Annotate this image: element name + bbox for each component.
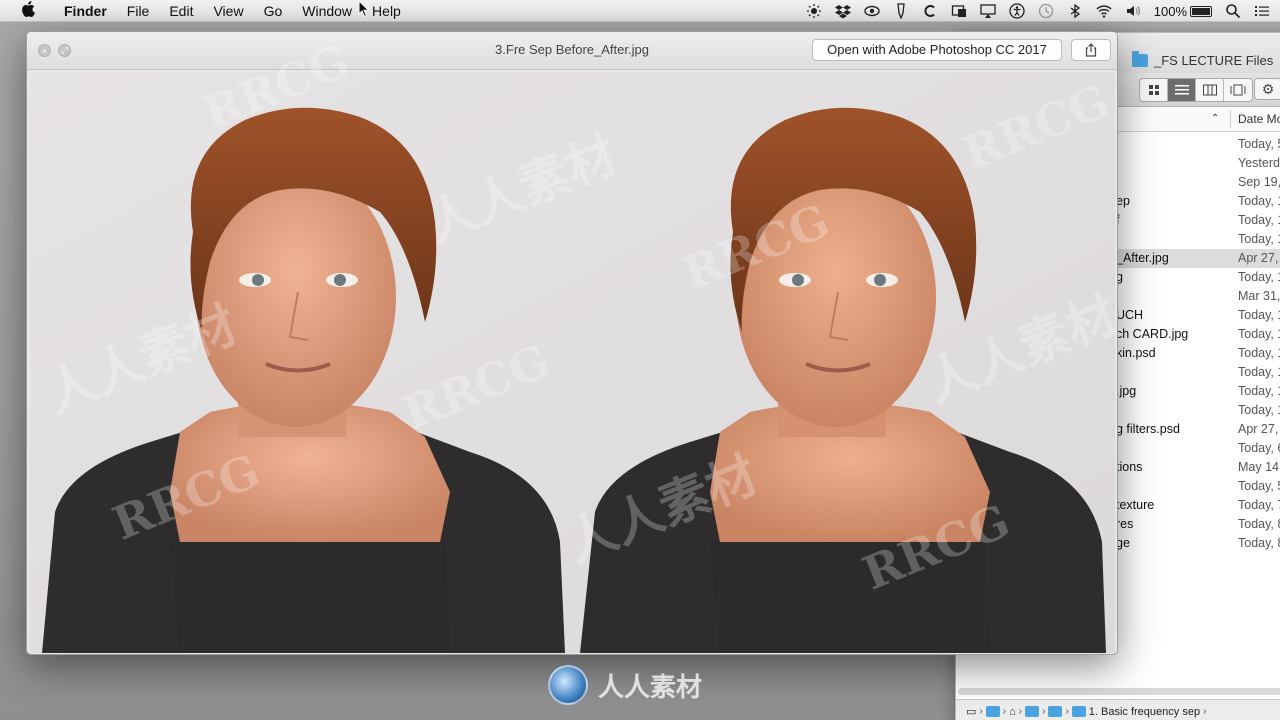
share-icon	[1085, 43, 1097, 57]
c-icon[interactable]	[922, 3, 938, 19]
battery-percent: 100%	[1153, 3, 1187, 19]
file-date-modified: Apr 27,	[1238, 251, 1279, 265]
logo-orb-icon	[548, 665, 588, 705]
path-separator: ›	[979, 706, 983, 717]
file-name: res	[1116, 517, 1134, 531]
file-date-modified: Mar 31,	[1238, 289, 1280, 303]
file-date-modified: Sep 19,	[1238, 175, 1280, 189]
file-date-modified: Today, 1	[1238, 346, 1280, 360]
file-name: texture	[1116, 498, 1155, 512]
path-separator: ›	[1002, 706, 1007, 717]
home-icon[interactable]: ⌂	[1009, 706, 1016, 718]
icon-view-button[interactable]	[1140, 79, 1168, 101]
dropbox-icon[interactable]	[834, 3, 851, 19]
eye-icon[interactable]	[864, 3, 880, 19]
search-icon[interactable]	[1225, 3, 1241, 19]
finder-title-text: _FS LECTURE Files	[1154, 53, 1274, 68]
view-mode-buttons	[1139, 78, 1253, 102]
file-date-modified: Today, 1	[1238, 194, 1280, 208]
file-date-modified: May 14,	[1238, 460, 1280, 474]
path-separator: ›	[1042, 706, 1046, 717]
pen-icon[interactable]	[893, 3, 909, 19]
watermark-logo-text: 人人素材	[598, 671, 703, 702]
before-after-photo	[30, 72, 1115, 653]
folder-icon[interactable]	[1071, 706, 1086, 717]
folder-icon[interactable]	[1048, 706, 1063, 717]
file-date-modified: Today, 1	[1238, 365, 1280, 379]
window-icon[interactable]	[951, 3, 967, 19]
battery-icon	[1190, 5, 1212, 17]
column-header-date[interactable]: Date Mo	[1238, 112, 1280, 126]
drive-icon[interactable]: ▭	[966, 705, 976, 718]
file-date-modified: Today, 8	[1238, 517, 1280, 531]
finder-path-bar: ▭ › › ⌂ › › › 1. Basic frequency sep ›	[956, 699, 1280, 720]
file-date-modified: Today, 1	[1238, 403, 1280, 417]
menu-window[interactable]: Window	[292, 3, 362, 19]
folder-icon	[1132, 51, 1148, 67]
file-name: _After.jpg	[1116, 251, 1169, 265]
list-icon[interactable]	[1254, 3, 1270, 19]
menu-file[interactable]: File	[117, 3, 160, 19]
file-name: UCH	[1116, 308, 1144, 322]
folder-icon[interactable]	[985, 706, 1000, 717]
file-date-modified: Today, 1	[1238, 308, 1280, 322]
brightness-icon[interactable]	[806, 3, 822, 19]
file-date-modified: Today, 1	[1238, 213, 1280, 227]
file-name: .jpg	[1116, 384, 1137, 398]
file-date-modified: Today, 1	[1238, 384, 1280, 398]
file-name: ep	[1116, 194, 1130, 208]
bluetooth-icon[interactable]	[1067, 3, 1083, 19]
volume-icon[interactable]	[1125, 3, 1141, 19]
file-date-modified: Apr 27,	[1238, 422, 1279, 436]
path-current-folder[interactable]: 1. Basic frequency sep	[1089, 706, 1200, 718]
battery-status[interactable]: 100%	[1154, 4, 1212, 19]
file-date-modified: Today, 1	[1238, 270, 1280, 284]
wifi-icon[interactable]	[1096, 3, 1112, 19]
menu-app-finder[interactable]: Finder	[54, 3, 117, 19]
file-name: ch CARD.jpg	[1116, 327, 1189, 341]
mouse-cursor-icon	[358, 0, 370, 18]
path-separator: ›	[1203, 706, 1207, 717]
file-date-modified: Today, 1	[1238, 232, 1280, 246]
share-button[interactable]	[1071, 39, 1111, 61]
open-with-photoshop-button[interactable]: Open with Adobe Photoshop CC 2017	[812, 39, 1062, 61]
menu-bar: Finder File Edit View Go Window Help 100…	[0, 0, 1280, 22]
column-view-button[interactable]	[1196, 79, 1224, 101]
folder-icon[interactable]	[1025, 706, 1040, 717]
list-view-button[interactable]	[1168, 79, 1196, 101]
file-date-modified: Today, 1	[1238, 327, 1280, 341]
file-name: g filters.psd	[1116, 422, 1180, 436]
watermark-logo: 人人素材	[548, 665, 702, 705]
finder-title: _FS LECTURE Files	[1132, 51, 1274, 68]
status-menus: 100%	[806, 0, 1270, 22]
quick-look-titlebar[interactable]: × ⤢ 3.Fre Sep Before_After.jpg Open with…	[27, 32, 1117, 70]
file-name: tions	[1116, 460, 1143, 474]
sort-chevron-up-icon[interactable]: ⌃	[1211, 113, 1219, 124]
file-date-modified: Today, 8	[1238, 536, 1280, 550]
cover-flow-button[interactable]	[1224, 79, 1252, 101]
menu-go[interactable]: Go	[254, 3, 293, 19]
path-separator: ›	[1065, 706, 1069, 717]
apple-menu-icon[interactable]	[18, 0, 38, 21]
file-date-modified: Yesterd	[1238, 156, 1280, 170]
menu-view[interactable]: View	[203, 3, 253, 19]
gear-icon[interactable]: ⚙	[1254, 78, 1280, 100]
file-date-modified: Today, 7	[1238, 498, 1280, 512]
accessibility-icon[interactable]	[1009, 3, 1025, 19]
horizontal-scrollbar[interactable]	[958, 688, 1280, 695]
path-separator: ›	[1018, 706, 1023, 717]
airplay-icon[interactable]	[980, 3, 996, 19]
quick-look-window: × ⤢ 3.Fre Sep Before_After.jpg Open with…	[26, 31, 1118, 655]
image-preview	[30, 72, 1115, 653]
menu-edit[interactable]: Edit	[159, 3, 203, 19]
file-name: kin.psd	[1116, 346, 1156, 360]
column-divider[interactable]	[1230, 110, 1231, 128]
file-date-modified: Today, 6	[1238, 441, 1280, 455]
file-date-modified: Today, 5	[1238, 137, 1280, 151]
file-date-modified: Today, 5	[1238, 479, 1280, 493]
file-name: ge	[1116, 536, 1130, 550]
time-machine-icon[interactable]	[1038, 3, 1054, 19]
